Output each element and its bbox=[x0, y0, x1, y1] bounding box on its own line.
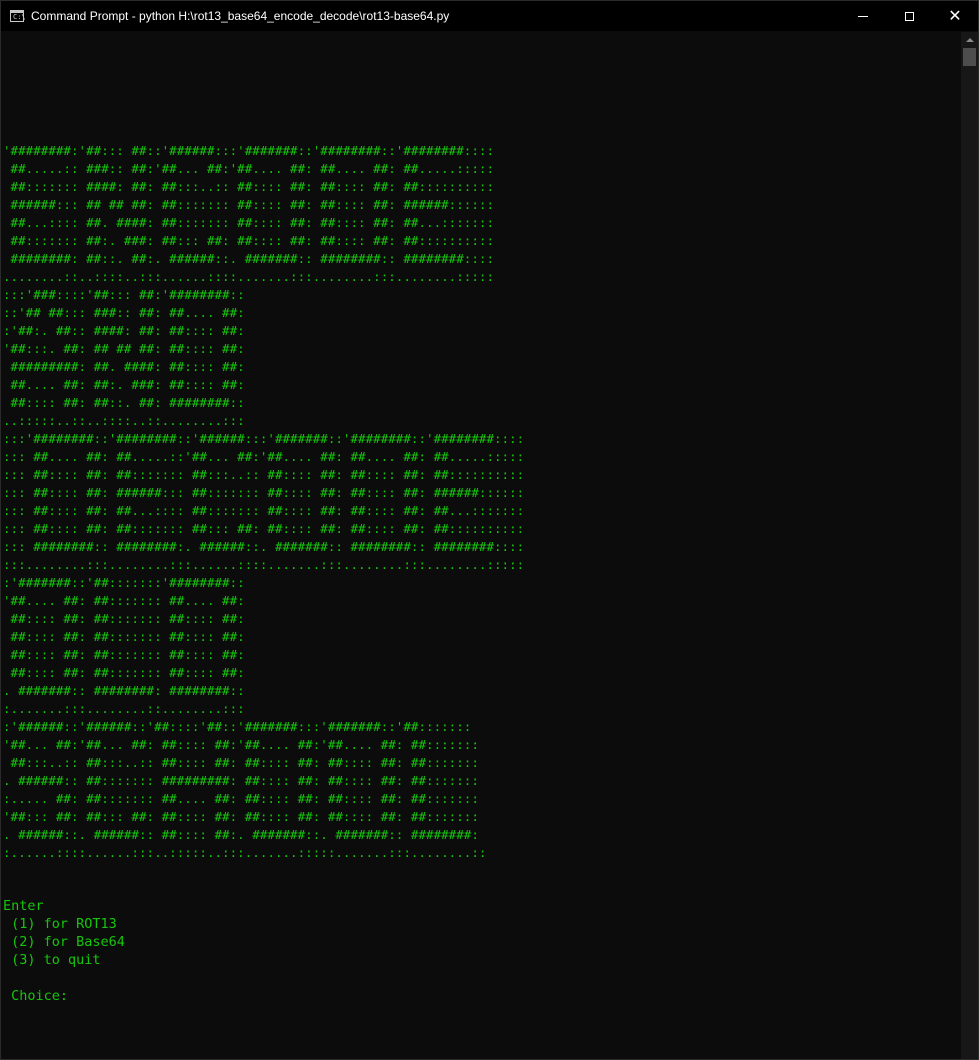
banner-line: . #######:: ########: ########:: bbox=[3, 683, 245, 698]
banner-line: ##.... ##: ##:. ###: ##:::: ##: bbox=[3, 377, 245, 392]
minimize-button[interactable] bbox=[840, 1, 886, 31]
banner-line: ##:::..:: ##:::..:: ##:::: ##: ##:::: ##… bbox=[3, 755, 479, 770]
banner-line: #########: ##. ####: ##:::: ##: bbox=[3, 359, 245, 374]
close-icon: ✕ bbox=[948, 6, 962, 25]
banner-line: ........::..::::..:::......::::.......::… bbox=[3, 269, 495, 284]
banner-line: ::: ##:::: ##: ##::::::: ##::: ##: ##:::… bbox=[3, 521, 525, 536]
banner-line: ::: ##:::: ##: ##::::::: ##:::..:: ##:::… bbox=[3, 467, 525, 482]
banner-line: :'######::'######::'##::::'##::'#######:… bbox=[3, 719, 472, 734]
banner-line: ##::::::: ##:. ###: ##::: ##: ##:::: ##:… bbox=[3, 233, 495, 248]
banner-line: ##:::: ##: ##::::::: ##:::: ##: bbox=[3, 611, 245, 626]
banner-line: ##:::: ##: ##::. ##: ########:: bbox=[3, 395, 245, 410]
banner-line: :......::::......:::..:::::..:::.......:… bbox=[3, 845, 487, 860]
choice-prompt: Choice: bbox=[3, 988, 77, 1004]
banner-line: . ######::. ######:: ##:::: ##:. #######… bbox=[3, 827, 479, 842]
banner-line: :'##:. ##:: ####: ##: ##:::: ##: bbox=[3, 323, 245, 338]
banner-line: :::'###::::'##::: ##:'########:: bbox=[3, 287, 245, 302]
banner-line: ::: ########:: ########:. ######::. ####… bbox=[3, 539, 525, 554]
scroll-up-arrow-icon[interactable] bbox=[961, 32, 978, 48]
title-bar[interactable]: C:\ Command Prompt - python H:\rot13_bas… bbox=[1, 1, 978, 31]
banner-line: ::: ##:::: ##: ##...:::: ##::::::: ##:::… bbox=[3, 503, 525, 518]
banner-line: '########:'##::: ##::'######:::'#######:… bbox=[3, 143, 495, 158]
banner-line: '##::: ##: ##::: ##: ##:::: ##: ##:::: #… bbox=[3, 809, 479, 824]
maximize-button[interactable] bbox=[886, 1, 932, 31]
banner-line: ########: ##::. ##:. ######::. #######::… bbox=[3, 251, 495, 266]
close-button[interactable]: ✕ bbox=[932, 1, 978, 31]
maximize-icon bbox=[904, 12, 914, 21]
banner-line: :'#######::'##:::::::'########:: bbox=[3, 575, 245, 590]
banner-line: ::: ##.... ##: ##.....::'##... ##:'##...… bbox=[3, 449, 525, 464]
banner-line: '##.... ##: ##::::::: ##.... ##: bbox=[3, 593, 245, 608]
command-prompt-icon[interactable]: C:\ bbox=[10, 10, 26, 22]
menu-prompt[interactable]: Enter (1) for ROT13 (2) for Base64 (3) t… bbox=[3, 897, 125, 1005]
console-output[interactable]: '########:'##::: ##::'######:::'#######:… bbox=[3, 32, 959, 1059]
menu-heading: Enter bbox=[3, 898, 44, 914]
banner-line: :::'########::'########::'######:::'####… bbox=[3, 431, 525, 446]
banner-line: ##...:::: ##. ####: ##::::::: ##:::: ##:… bbox=[3, 215, 495, 230]
ascii-banner: '########:'##::: ##::'######:::'#######:… bbox=[3, 142, 524, 862]
menu-option: (3) to quit bbox=[3, 952, 101, 968]
banner-line: '##... ##:'##... ##: ##:::: ##:'##.... #… bbox=[3, 737, 479, 752]
banner-line: ##:::: ##: ##::::::: ##:::: ##: bbox=[3, 665, 245, 680]
minimize-icon bbox=[858, 16, 868, 17]
banner-line: ..:::::..::..::::..::........::: bbox=[3, 413, 245, 428]
scroll-thumb[interactable] bbox=[963, 48, 976, 66]
menu-option: (2) for Base64 bbox=[3, 934, 125, 950]
command-prompt-window: C:\ Command Prompt - python H:\rot13_bas… bbox=[0, 0, 979, 1060]
banner-line: '##:::. ##: ## ## ##: ##:::: ##: bbox=[3, 341, 245, 356]
banner-line: ##:::: ##: ##::::::: ##:::: ##: bbox=[3, 629, 245, 644]
menu-option: (1) for ROT13 bbox=[3, 916, 117, 932]
banner-line: ::'## ##::: ###:: ##: ##.... ##: bbox=[3, 305, 245, 320]
banner-line: ##:::: ##: ##::::::: ##:::: ##: bbox=[3, 647, 245, 662]
banner-line: :.......:::........::........::: bbox=[3, 701, 245, 716]
banner-line: ::: ##:::: ##: ######::: ##::::::: ##:::… bbox=[3, 485, 525, 500]
vertical-scrollbar[interactable] bbox=[961, 32, 978, 1059]
banner-line: ##::::::: ####: ##: ##:::..:: ##:::: ##:… bbox=[3, 179, 495, 194]
window-title: Command Prompt - python H:\rot13_base64_… bbox=[31, 9, 450, 23]
banner-line: . ######:: ##::::::: #########: ##:::: #… bbox=[3, 773, 479, 788]
banner-line: :..... ##: ##::::::: ##.... ##: ##:::: #… bbox=[3, 791, 479, 806]
banner-line: ######::: ## ## ##: ##::::::: ##:::: ##:… bbox=[3, 197, 495, 212]
banner-line: :::........:::........:::......::::.....… bbox=[3, 557, 525, 572]
banner-line: ##.....:: ###:: ##:'##... ##:'##.... ##:… bbox=[3, 161, 495, 176]
